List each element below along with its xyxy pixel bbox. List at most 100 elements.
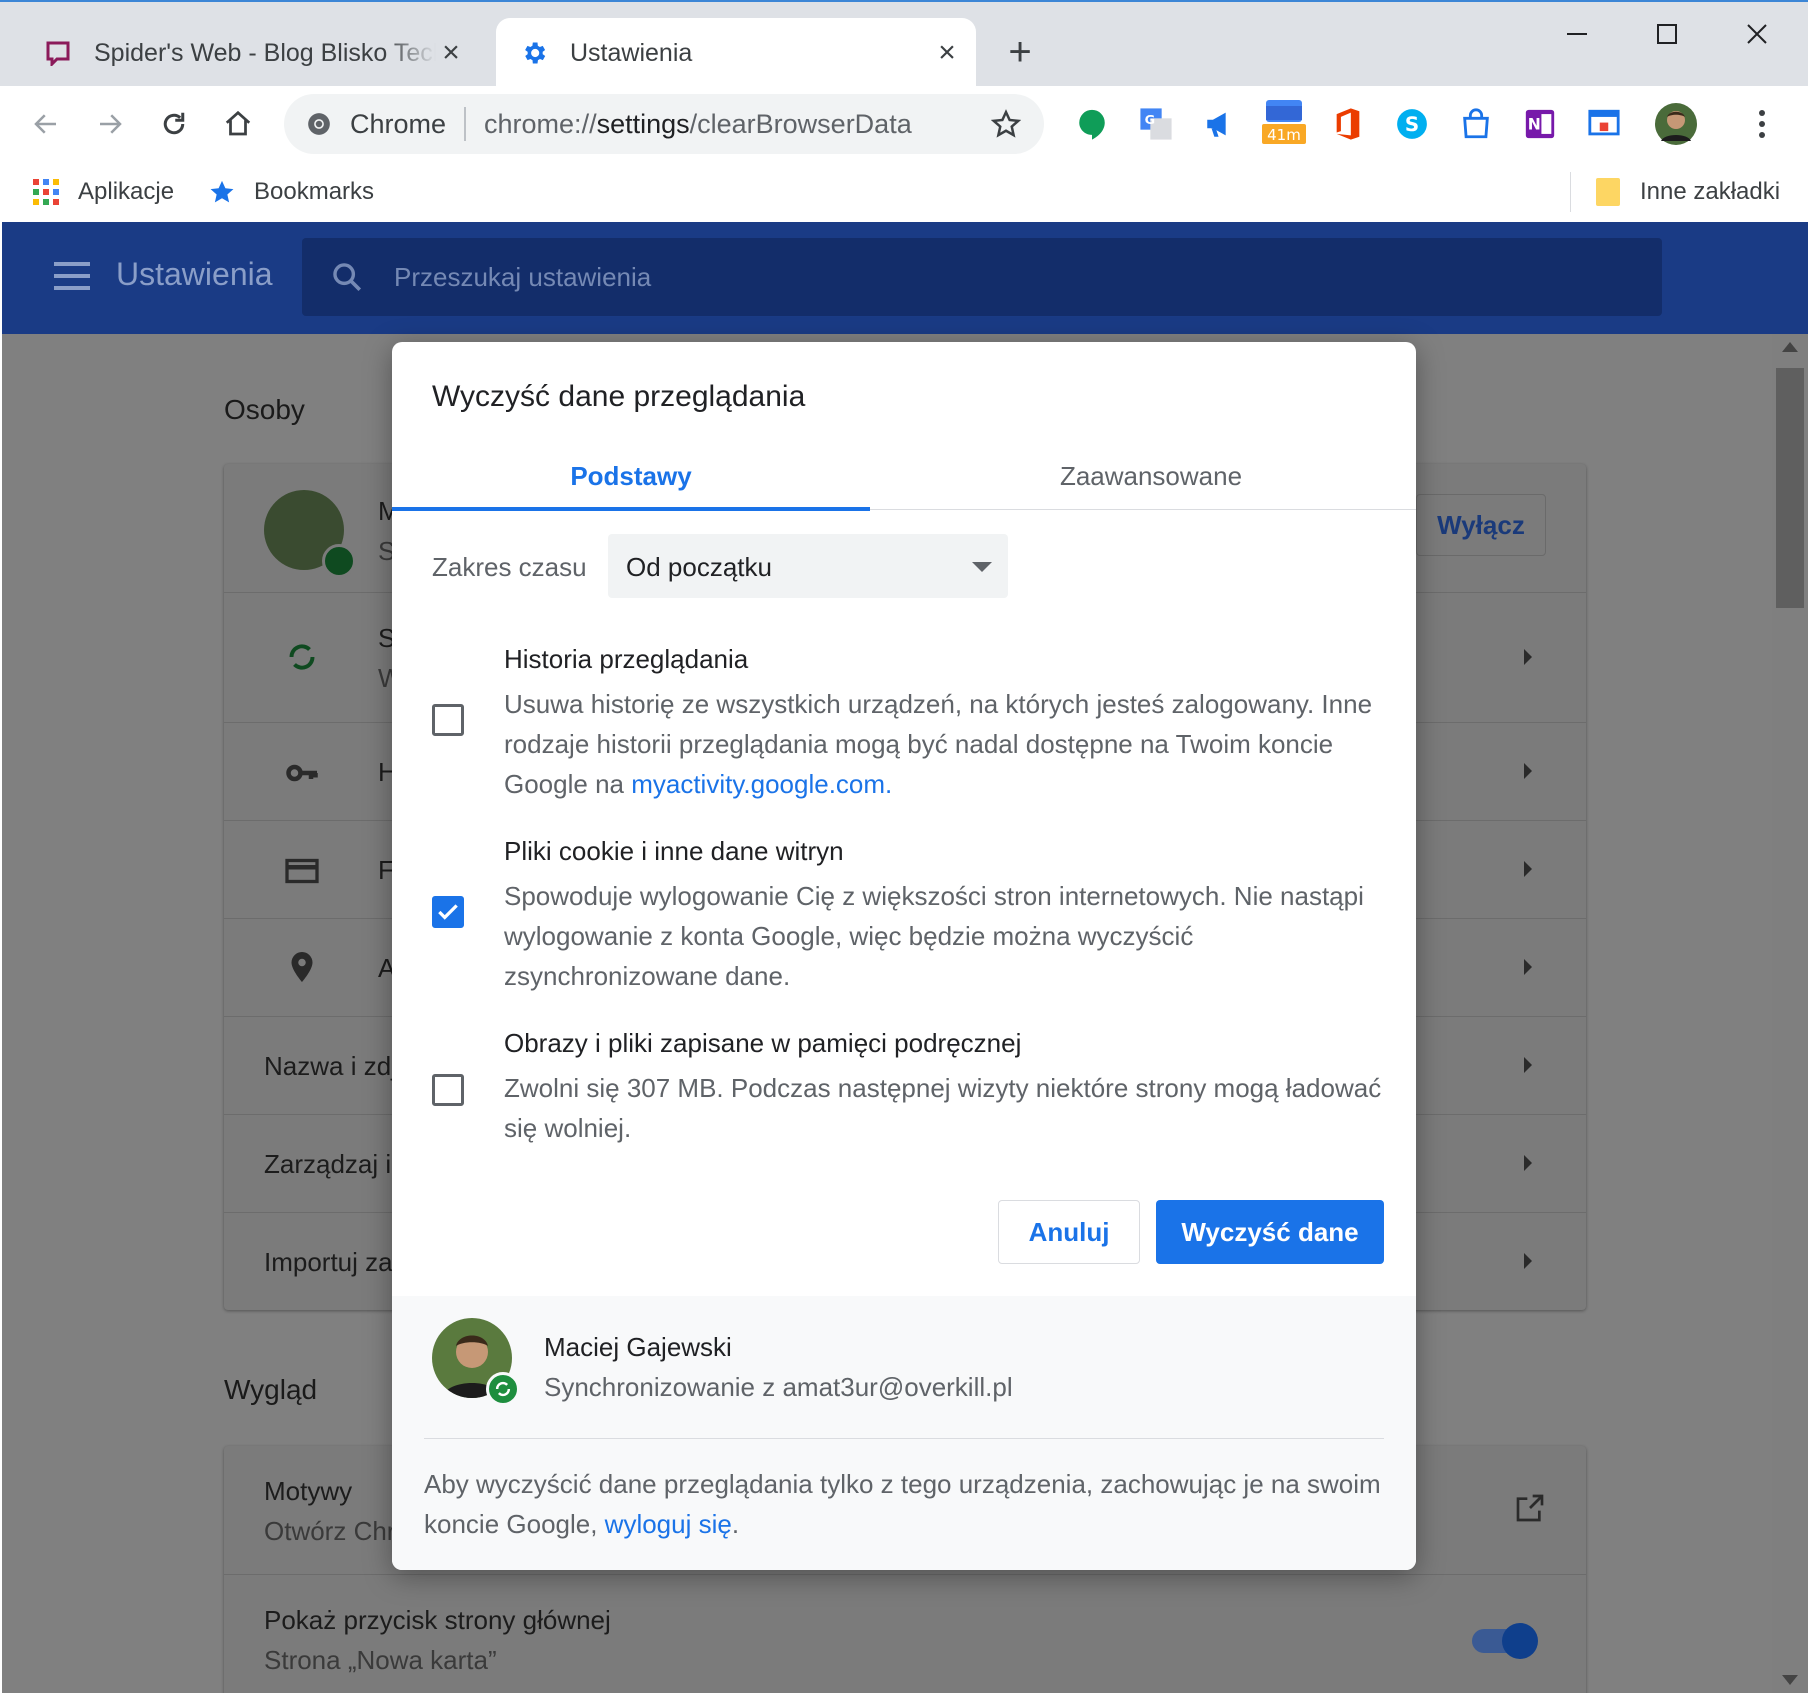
url-text[interactable]: chrome://settings/clearBrowserData [484, 109, 986, 140]
option-description: Spowoduje wylogowanie Cię z większości s… [504, 881, 1364, 991]
people-section-title: Osoby [224, 394, 305, 425]
sync-badge-icon [486, 1372, 520, 1406]
option-description: Usuwa historię ze wszystkich urządzeń, n… [504, 689, 1373, 799]
hamburger-menu-icon[interactable] [54, 262, 90, 292]
back-button[interactable] [22, 100, 70, 148]
chevron-right-icon [1524, 763, 1532, 779]
tab-basic[interactable]: Podstawy [392, 442, 870, 511]
search-icon [333, 263, 362, 292]
svg-text:G: G [1145, 113, 1155, 128]
folder-icon [1594, 178, 1622, 206]
address-bar[interactable]: Chrome chrome://settings/clearBrowserDat… [284, 94, 1044, 154]
credit-card-icon [285, 858, 319, 884]
bookmark-apps[interactable]: Aplikacje [32, 172, 174, 212]
home-button[interactable] [214, 100, 262, 148]
home-button-toggle[interactable] [1472, 1623, 1538, 1659]
megaphone-icon[interactable] [1198, 102, 1242, 146]
gear-icon [520, 39, 548, 67]
toolbar: Chrome chrome://settings/clearBrowserDat… [0, 86, 1808, 162]
menu-icon[interactable] [1740, 102, 1784, 146]
chevron-right-icon [1524, 1155, 1532, 1171]
bookmark-star-icon[interactable] [986, 104, 1026, 144]
tab-spidersweb[interactable]: Spider's Web - Blog Blisko Technologii × [40, 18, 480, 88]
history-checkbox[interactable] [432, 704, 464, 736]
tab-advanced[interactable]: Zaawansowane [912, 442, 1390, 510]
time-range-label: Zakres czasu [432, 552, 587, 582]
clear-data-button[interactable]: Wyczyść dane [1156, 1200, 1384, 1264]
home-button-sub: Strona „Nowa karta” [264, 1645, 497, 1675]
google-translate-icon[interactable]: G [1134, 102, 1178, 146]
location-pin-icon [291, 952, 313, 982]
option-label: Historia przeglądania [504, 644, 749, 674]
myactivity-link[interactable]: myactivity.google.com. [631, 769, 892, 799]
svg-text:41m: 41m [1267, 126, 1301, 144]
sync-icon [289, 644, 315, 670]
office-icon[interactable] [1326, 102, 1370, 146]
omnibox-separator [464, 107, 467, 141]
forward-button[interactable] [86, 100, 134, 148]
bookmark-other[interactable]: Inne zakładki [1594, 172, 1780, 212]
chevron-right-icon [1524, 1057, 1532, 1073]
dialog-title: Wyczyść dane przeglądania [432, 380, 806, 413]
bookmark-bookmarks[interactable]: Bookmarks [208, 172, 374, 212]
tab-settings[interactable]: Ustawienia × [496, 18, 976, 88]
chrome-icon [304, 109, 334, 139]
option-label: Pliki cookie i inne dane witryn [504, 836, 844, 866]
home-button-row: Pokaż przycisk strony głównej Strona „No… [224, 1574, 1586, 1693]
apps-grid-icon [32, 178, 60, 206]
bookmark-label: Bookmarks [254, 178, 375, 205]
bookmarks-bar: Aplikacje Bookmarks Inne zakładki [0, 162, 1808, 222]
sign-out-link[interactable]: wyloguj się [605, 1509, 732, 1539]
time-range-select[interactable]: Od początku [608, 534, 1008, 598]
turn-off-button[interactable]: Wyłącz [1416, 494, 1546, 556]
page-scrollbar[interactable] [1772, 334, 1808, 1693]
search-placeholder: Przeszukaj ustawienia [394, 262, 652, 292]
cancel-button[interactable]: Anuluj [998, 1200, 1140, 1264]
window-close-button[interactable] [1722, 14, 1792, 54]
sync-badge-icon [322, 544, 356, 578]
scroll-up-arrow[interactable] [1782, 342, 1798, 352]
external-link-icon[interactable] [1514, 1492, 1546, 1524]
scroll-down-arrow[interactable] [1782, 1675, 1798, 1685]
spidersweb-favicon [44, 39, 72, 67]
chevron-right-icon [1524, 1253, 1532, 1269]
key-icon [286, 764, 318, 782]
dialog-tabs: Podstawy Zaawansowane [392, 442, 1416, 511]
reload-button[interactable] [150, 100, 198, 148]
close-icon[interactable]: × [436, 36, 466, 69]
minimize-button[interactable] [1542, 14, 1612, 54]
bookmark-label: Aplikacje [78, 178, 175, 205]
account-name: Maciej Gajewski [544, 1332, 732, 1362]
option-description: Zwolni się 307 MB. Podczas następnej wiz… [504, 1073, 1382, 1143]
sign-out-note: Aby wyczyścić dane przeglądania tylko z … [424, 1469, 1381, 1539]
onenote-icon[interactable]: N [1518, 102, 1562, 146]
settings-header: Ustawienia Przeszukaj ustawienia [2, 222, 1808, 334]
themes-label: Motywy [264, 1476, 353, 1506]
chevron-right-icon [1524, 649, 1532, 665]
chevron-right-icon [1524, 861, 1532, 877]
new-tab-button[interactable]: + [1000, 32, 1040, 72]
svg-text:S: S [1405, 113, 1419, 136]
shopping-bag-icon[interactable] [1454, 102, 1498, 146]
remote-desktop-icon[interactable] [1582, 102, 1626, 146]
dropdown-arrow-icon [972, 562, 992, 572]
home-button-label: Pokaż przycisk strony głównej [264, 1605, 611, 1635]
tab-title: Ustawienia [570, 38, 693, 67]
account-sync-status: Synchronizowanie z amat3ur@overkill.pl [544, 1372, 1013, 1402]
footer-divider [424, 1438, 1384, 1439]
settings-search[interactable]: Przeszukaj ustawienia [302, 238, 1662, 316]
hangouts-icon[interactable] [1070, 102, 1114, 146]
cache-checkbox[interactable] [432, 1074, 464, 1106]
close-icon[interactable]: × [932, 36, 962, 69]
settings-title: Ustawienia [116, 256, 273, 292]
cookies-checkbox[interactable] [432, 896, 464, 928]
profile-avatar[interactable] [1652, 100, 1700, 148]
tab-strip: Spider's Web - Blog Blisko Technologii ×… [0, 0, 1808, 88]
name-picture-label: Nazwa i zdj [264, 1051, 397, 1081]
skype-icon[interactable]: S [1390, 102, 1434, 146]
maximize-button[interactable] [1632, 14, 1702, 54]
bookmarks-divider [1570, 172, 1571, 212]
scrollbar-thumb[interactable] [1776, 368, 1804, 608]
calendar-icon[interactable]: 41m [1262, 100, 1306, 144]
import-label: Importuj za [264, 1247, 393, 1277]
